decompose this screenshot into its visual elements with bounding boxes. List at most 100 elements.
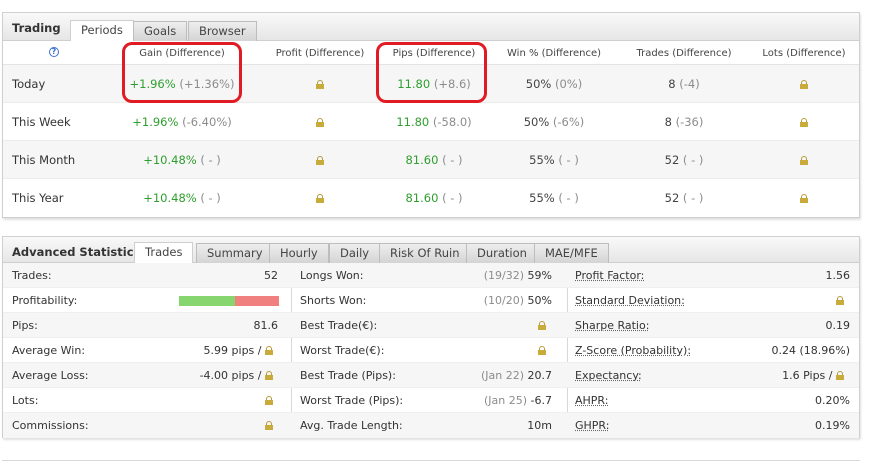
- ghpr-label[interactable]: GHPR:: [575, 419, 609, 432]
- col-profit[interactable]: Profit (Difference): [265, 48, 375, 59]
- trades-value: 52: [664, 153, 680, 167]
- expectancy-label[interactable]: Expectancy:: [575, 369, 642, 382]
- win-diff: (-6%): [552, 115, 585, 129]
- lock-icon[interactable]: [265, 421, 273, 430]
- worst-trade-pips-number: -6.7: [530, 394, 552, 407]
- lock-icon[interactable]: [265, 371, 273, 380]
- lock-icon[interactable]: [800, 156, 808, 165]
- trades-value: 8: [664, 115, 672, 129]
- lock-icon[interactable]: [265, 346, 273, 355]
- pips-value: 81.6: [253, 319, 279, 332]
- sharpe-ratio-label[interactable]: Sharpe Ratio:: [575, 319, 649, 332]
- advanced-title: Advanced Statistics: [12, 245, 141, 259]
- trades-cell: 8 (-4): [629, 77, 739, 91]
- pips-cell: 81.60 ( - ): [379, 153, 489, 167]
- period-row-week: This Week +1.96% (-6.40%) 11.80 (-58.0) …: [3, 103, 859, 141]
- tab-mae-mfe[interactable]: MAE/MFE: [534, 243, 609, 263]
- help-icon[interactable]: ?: [49, 47, 59, 57]
- period-label: This Month: [12, 153, 76, 167]
- lock-icon[interactable]: [800, 194, 808, 203]
- period-label: Today: [12, 77, 46, 91]
- col-lots[interactable]: Lots (Difference): [749, 48, 859, 59]
- win-value: 55%: [529, 153, 555, 167]
- gain-value: +10.48%: [143, 191, 197, 205]
- trades-label: Trades:: [12, 269, 52, 282]
- longs-won-label: Longs Won:: [300, 269, 364, 282]
- shorts-won-detail: (10/20): [483, 294, 525, 307]
- win-cell: 50% (0%): [499, 77, 609, 91]
- advanced-stats-grid: Trades: 52 Longs Won: (19/32) 59% Profit…: [3, 263, 859, 438]
- pips-cell: 81.60 ( - ): [379, 191, 489, 205]
- average-loss-text: -4.00 pips /: [199, 369, 262, 382]
- standard-deviation-label[interactable]: Standard Deviation:: [575, 294, 685, 307]
- win-value: 50%: [525, 77, 552, 91]
- lock-icon[interactable]: [316, 118, 324, 127]
- trades-diff: ( - ): [682, 191, 704, 205]
- tab-hourly[interactable]: Hourly: [269, 243, 329, 263]
- profitability-bar-won: [179, 296, 235, 306]
- profit-factor-value: 1.56: [825, 269, 851, 282]
- gain-diff: ( - ): [200, 191, 221, 205]
- zscore-label[interactable]: Z-Score (Probability):: [575, 344, 691, 357]
- lock-icon[interactable]: [538, 321, 546, 330]
- lock-icon[interactable]: [836, 371, 844, 380]
- pips-cell: 11.80 (-58.0): [379, 115, 489, 129]
- advanced-statistics-panel: Advanced Statistics Trades Summary Hourl…: [2, 236, 860, 438]
- expectancy-value: 1.6 Pips /: [782, 369, 844, 382]
- average-loss-label: Average Loss:: [12, 369, 89, 382]
- tab-goals[interactable]: Goals: [133, 21, 188, 41]
- advanced-tabbar: Advanced Statistics Trades Summary Hourl…: [3, 237, 859, 263]
- tab-daily[interactable]: Daily: [329, 243, 381, 263]
- longs-won-value: (19/32) 59%: [484, 269, 552, 282]
- best-trade-pips-value: (Jan 22) 20.7: [481, 369, 552, 382]
- lock-icon[interactable]: [316, 156, 324, 165]
- highlight-circle-gain: [122, 42, 242, 103]
- trades-diff: (-36): [675, 115, 704, 129]
- avg-trade-length-value: 10m: [527, 419, 552, 432]
- worst-trade-eur-label: Worst Trade(€):: [300, 344, 385, 357]
- tab-summary[interactable]: Summary: [196, 243, 274, 263]
- shorts-won-label: Shorts Won:: [300, 294, 367, 307]
- win-diff: ( - ): [558, 191, 579, 205]
- col-trades[interactable]: Trades (Difference): [629, 48, 739, 59]
- ahpr-label[interactable]: AHPR:: [575, 394, 608, 407]
- tab-risk-of-ruin[interactable]: Risk Of Ruin: [379, 243, 471, 263]
- highlight-circle-pips: [376, 42, 487, 103]
- trades-cell: 52 ( - ): [629, 191, 739, 205]
- trades-value: 52: [664, 191, 680, 205]
- col-win[interactable]: Win % (Difference): [499, 48, 609, 59]
- commissions-label: Commissions:: [12, 419, 89, 432]
- lock-icon[interactable]: [836, 296, 844, 305]
- lock-icon[interactable]: [538, 346, 546, 355]
- profit-cell: [265, 115, 375, 129]
- pips-value: 11.80: [396, 115, 430, 129]
- lock-icon[interactable]: [265, 396, 273, 405]
- avg-trade-length-label: Avg. Trade Length:: [300, 419, 403, 432]
- profitability-bar: [179, 296, 279, 306]
- trades-cell: 8 (-36): [629, 115, 739, 129]
- shorts-won-value: (10/20) 50%: [484, 294, 552, 307]
- gain-value: +10.48%: [143, 153, 197, 167]
- win-cell: 55% ( - ): [499, 153, 609, 167]
- profit-cell: [265, 191, 375, 205]
- pips-diff: ( - ): [442, 153, 463, 167]
- page-divider: [2, 460, 860, 461]
- lock-icon[interactable]: [800, 80, 808, 89]
- profit-factor-label[interactable]: Profit Factor:: [575, 269, 644, 282]
- lock-icon[interactable]: [316, 194, 324, 203]
- lock-icon[interactable]: [800, 118, 808, 127]
- pips-diff: ( - ): [442, 191, 463, 205]
- win-cell: 50% (-6%): [499, 115, 609, 129]
- lots-cell: [749, 191, 859, 205]
- tab-trades[interactable]: Trades: [134, 242, 194, 263]
- win-diff: (0%): [555, 77, 583, 91]
- tab-browser[interactable]: Browser: [188, 21, 257, 41]
- worst-trade-pips-value: (Jan 25) -6.7: [484, 394, 552, 407]
- average-loss-value: -4.00 pips /: [200, 369, 273, 382]
- best-trade-pips-number: 20.7: [527, 369, 553, 382]
- tab-duration[interactable]: Duration: [466, 243, 538, 263]
- best-trade-eur-value: [538, 319, 546, 332]
- lots-cell: [749, 77, 859, 91]
- tab-periods[interactable]: Periods: [70, 20, 134, 41]
- lock-icon[interactable]: [316, 80, 324, 89]
